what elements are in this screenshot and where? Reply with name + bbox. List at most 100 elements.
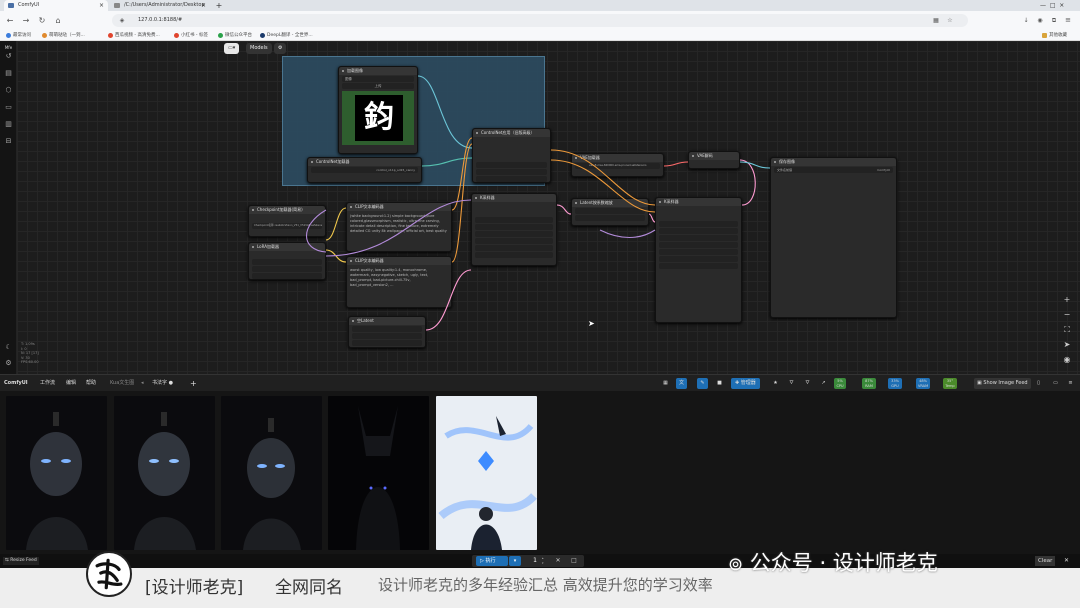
templates-icon[interactable]: ⊟ <box>4 137 13 146</box>
stepper-icon[interactable]: ▴ ▾ <box>542 556 548 566</box>
field-lora-name[interactable] <box>252 259 322 265</box>
zoom-in-icon[interactable]: + <box>1062 295 1072 305</box>
feed-image[interactable] <box>6 396 107 550</box>
bookmark-item[interactable]: 西瓜视频 - 高清免费... <box>108 30 160 41</box>
workflow-tab-active[interactable]: 书法字 ● <box>152 375 173 392</box>
resize-feed-button[interactable]: ⇆ Resize Feed <box>3 557 39 565</box>
field-method[interactable] <box>575 208 645 214</box>
close-icon[interactable]: × <box>201 0 206 11</box>
node-empty-latent[interactable]: 空Latent <box>348 316 426 348</box>
field-clip-strength[interactable] <box>252 273 322 279</box>
theme-toggle-icon[interactable]: ☾ <box>4 343 13 352</box>
bookmark-item[interactable]: 最常访问 <box>6 30 31 41</box>
field-start[interactable] <box>476 169 547 175</box>
reload-icon[interactable]: ↻ <box>36 14 48 27</box>
field-end[interactable] <box>476 176 547 182</box>
field-height[interactable] <box>352 333 422 339</box>
feed-image[interactable] <box>328 396 429 550</box>
field-model-strength[interactable] <box>252 266 322 272</box>
field-cfg[interactable] <box>659 242 738 248</box>
nodes-map-icon[interactable]: ▦ <box>660 378 671 389</box>
account-icon[interactable]: ◉ <box>1034 14 1046 27</box>
extensions-icon[interactable]: ⧉ <box>1048 14 1060 27</box>
model-icon[interactable]: ⛛ <box>786 378 797 389</box>
translate-icon[interactable]: 文 <box>676 378 687 389</box>
node-lora-loader[interactable]: LoRA加载器 <box>248 242 326 280</box>
prompt-textarea[interactable]: (white background:1.2) simple background… <box>350 214 448 234</box>
node-latent-upscale[interactable]: Latent按系数缩放 <box>571 198 649 226</box>
browser-tab-comfyui[interactable]: ComfyUI × <box>4 0 108 11</box>
field-strength[interactable] <box>476 162 547 168</box>
download-icon[interactable]: ↓ <box>1020 14 1032 27</box>
bookmark-item[interactable]: DeepL翻译 - 全世界... <box>260 30 313 41</box>
node-library-icon[interactable]: ⬡ <box>4 86 13 95</box>
node-clip-negative[interactable]: CLIP文本编码器 worst quality, low quality:1.4… <box>346 256 452 308</box>
feed-image[interactable] <box>114 396 215 550</box>
bookmark-item[interactable]: 小红书 - 标签 <box>174 30 208 41</box>
node-controlnet-loader[interactable]: ControlNet加载器 control_v11p_sd15_canny <box>307 157 422 183</box>
node-checkpoint-loader[interactable]: Checkpoint加载器(简易) Checkpoint名称 realistic… <box>248 205 326 237</box>
home-icon[interactable]: ⌂ <box>52 14 64 27</box>
panel-icon[interactable]: ▭ <box>1050 378 1061 389</box>
grid-icon[interactable]: ▦ <box>930 14 942 27</box>
node-save-image[interactable]: 保存图像 文件名前缀 ComfyUI <box>770 157 897 318</box>
menu-workflow[interactable]: 工作流 <box>40 375 55 392</box>
star-icon[interactable]: ☆ <box>944 14 956 27</box>
feed-image[interactable] <box>221 396 322 550</box>
menu-icon[interactable]: ≡ <box>1062 14 1074 27</box>
field-scheduler[interactable] <box>475 252 553 258</box>
models-button[interactable]: Models <box>246 43 272 54</box>
field-image[interactable]: 图像 <box>342 76 414 82</box>
field-control[interactable] <box>659 228 738 234</box>
stop-icon[interactable]: □ <box>569 556 579 566</box>
url-input[interactable]: 127.0.0.1:8188/# <box>112 14 968 27</box>
vae-name-field[interactable]: vae-ft-mse-840000-ema-pruned.safetensors <box>575 163 660 169</box>
node-ksampler[interactable]: K采样器 <box>471 193 557 266</box>
field-seed[interactable] <box>475 217 553 223</box>
node-vae-loader[interactable]: VAE加载器 vae-ft-mse-840000-ema-pruned.safe… <box>571 153 664 177</box>
controlnet-name-field[interactable]: control_v11p_sd15_canny <box>311 167 418 173</box>
cancel-icon[interactable]: ✕ <box>553 556 563 566</box>
fit-view-icon[interactable]: ⛶ <box>1062 325 1072 335</box>
add-workflow-icon[interactable]: + <box>190 375 197 392</box>
window-controls[interactable]: — □ × <box>1040 0 1064 11</box>
node-ksampler-2[interactable]: K采样器 <box>655 197 742 323</box>
node-controlnet-apply[interactable]: ControlNet应用（旧版高级） <box>472 128 551 183</box>
menu-edit[interactable]: 编辑 <box>66 375 76 392</box>
star-icon[interactable]: ★ <box>770 378 781 389</box>
share-icon[interactable]: ↗ <box>818 378 829 389</box>
folder-dropdown-button[interactable]: ▭▾ <box>224 43 240 54</box>
node-load-image[interactable]: 加载图像 图像 上传 鈞 <box>338 66 418 154</box>
batch-count-input[interactable]: 1 <box>528 556 542 566</box>
edit-icon[interactable]: ✎ <box>697 378 708 389</box>
field-steps[interactable] <box>659 235 738 241</box>
upload-button[interactable]: 上传 <box>342 83 414 89</box>
manager-button[interactable]: ✚ 管理器 <box>731 378 760 389</box>
field-scheduler[interactable] <box>659 256 738 262</box>
field-control[interactable] <box>475 224 553 230</box>
field-sampler[interactable] <box>475 245 553 251</box>
close-feed-icon[interactable]: ✕ <box>1064 556 1069 566</box>
bookmark-other[interactable]: 其他收藏 <box>1042 30 1067 41</box>
back-icon[interactable]: ← <box>4 14 16 27</box>
bookmark-item[interactable]: 微信公众平台 <box>218 30 252 41</box>
toggle-links-icon[interactable]: ◉ <box>1062 355 1072 365</box>
model-library-icon[interactable]: ▥ <box>4 120 13 129</box>
history-icon[interactable]: ↺ <box>4 52 13 61</box>
menu-help[interactable]: 帮助 <box>86 375 96 392</box>
field-steps[interactable] <box>475 231 553 237</box>
workflows-icon[interactable]: ▭ <box>4 103 13 112</box>
field-cfg[interactable] <box>475 238 553 244</box>
field-seed[interactable] <box>659 221 738 227</box>
zoom-out-icon[interactable]: − <box>1062 310 1072 320</box>
workflow-tab[interactable]: Kua文生图 <box>110 375 134 392</box>
field-scale[interactable] <box>575 215 645 221</box>
node-clip-positive[interactable]: CLIP文本编码器 (white background:1.2) simple … <box>346 202 452 252</box>
prompt-textarea[interactable]: worst quality, low quality:1.4, monochro… <box>350 268 448 288</box>
model-2-icon[interactable]: ⛛ <box>802 378 813 389</box>
pointer-icon[interactable]: ➤ <box>1062 340 1072 350</box>
node-vae-decode[interactable]: VAE解码 <box>688 151 740 169</box>
show-image-feed-button[interactable]: ▣ Show Image Feed <box>974 378 1031 389</box>
settings-gear-icon[interactable]: ⚙ <box>4 359 13 368</box>
checkpoint-field[interactable]: Checkpoint名称 realisticVision_V51_V51VAE.… <box>252 223 322 229</box>
